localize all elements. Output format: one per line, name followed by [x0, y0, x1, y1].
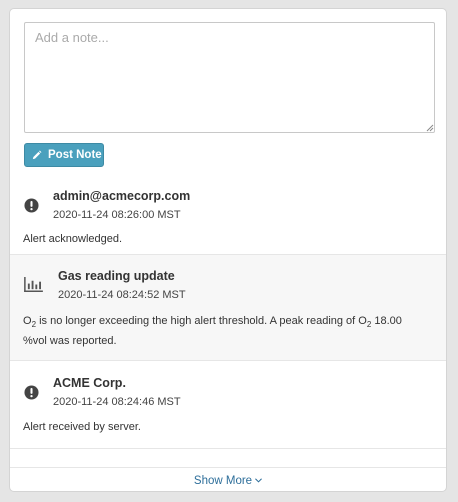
note-textarea[interactable] — [24, 22, 435, 133]
show-more-label: Show More — [193, 474, 253, 487]
timeline-item: admin@acmecorp.com 2020-11-24 08:26:00 M… — [10, 175, 446, 255]
resize-grip-icon[interactable] — [426, 124, 434, 132]
item-message: Alert acknowledged. — [23, 233, 123, 245]
show-more-link[interactable]: Show More — [193, 474, 263, 487]
exclamation-circle-icon — [24, 198, 39, 213]
show-more-bar: Show More — [10, 467, 446, 491]
exclamation-circle-icon — [24, 385, 39, 400]
timeline-item: ACME Corp. 2020-11-24 08:24:46 MST Alert… — [10, 361, 446, 449]
item-author: ACME Corp. — [53, 376, 126, 390]
timeline-item: Gas reading update 2020-11-24 08:24:52 M… — [10, 255, 446, 361]
pencil-icon — [32, 150, 42, 159]
chevron-down-icon — [255, 478, 263, 483]
item-author: admin@acmecorp.com — [53, 189, 191, 203]
notes-panel: Post Note admin@acmecorp.com 2020-11-24 … — [9, 8, 447, 492]
post-note-label: Post Note — [48, 149, 102, 161]
item-title: Gas reading update — [58, 269, 175, 283]
item-timestamp: 2020-11-24 08:26:00 MST — [53, 209, 181, 221]
post-note-button[interactable]: Post Note — [24, 143, 104, 167]
bar-chart-icon — [24, 277, 43, 292]
item-timestamp: 2020-11-24 08:24:46 MST — [53, 396, 181, 408]
item-message: Alert received by server. — [23, 421, 141, 433]
item-timestamp: 2020-11-24 08:24:52 MST — [58, 289, 186, 301]
item-message: O2 is no longer exceeding the high alert… — [23, 315, 402, 348]
